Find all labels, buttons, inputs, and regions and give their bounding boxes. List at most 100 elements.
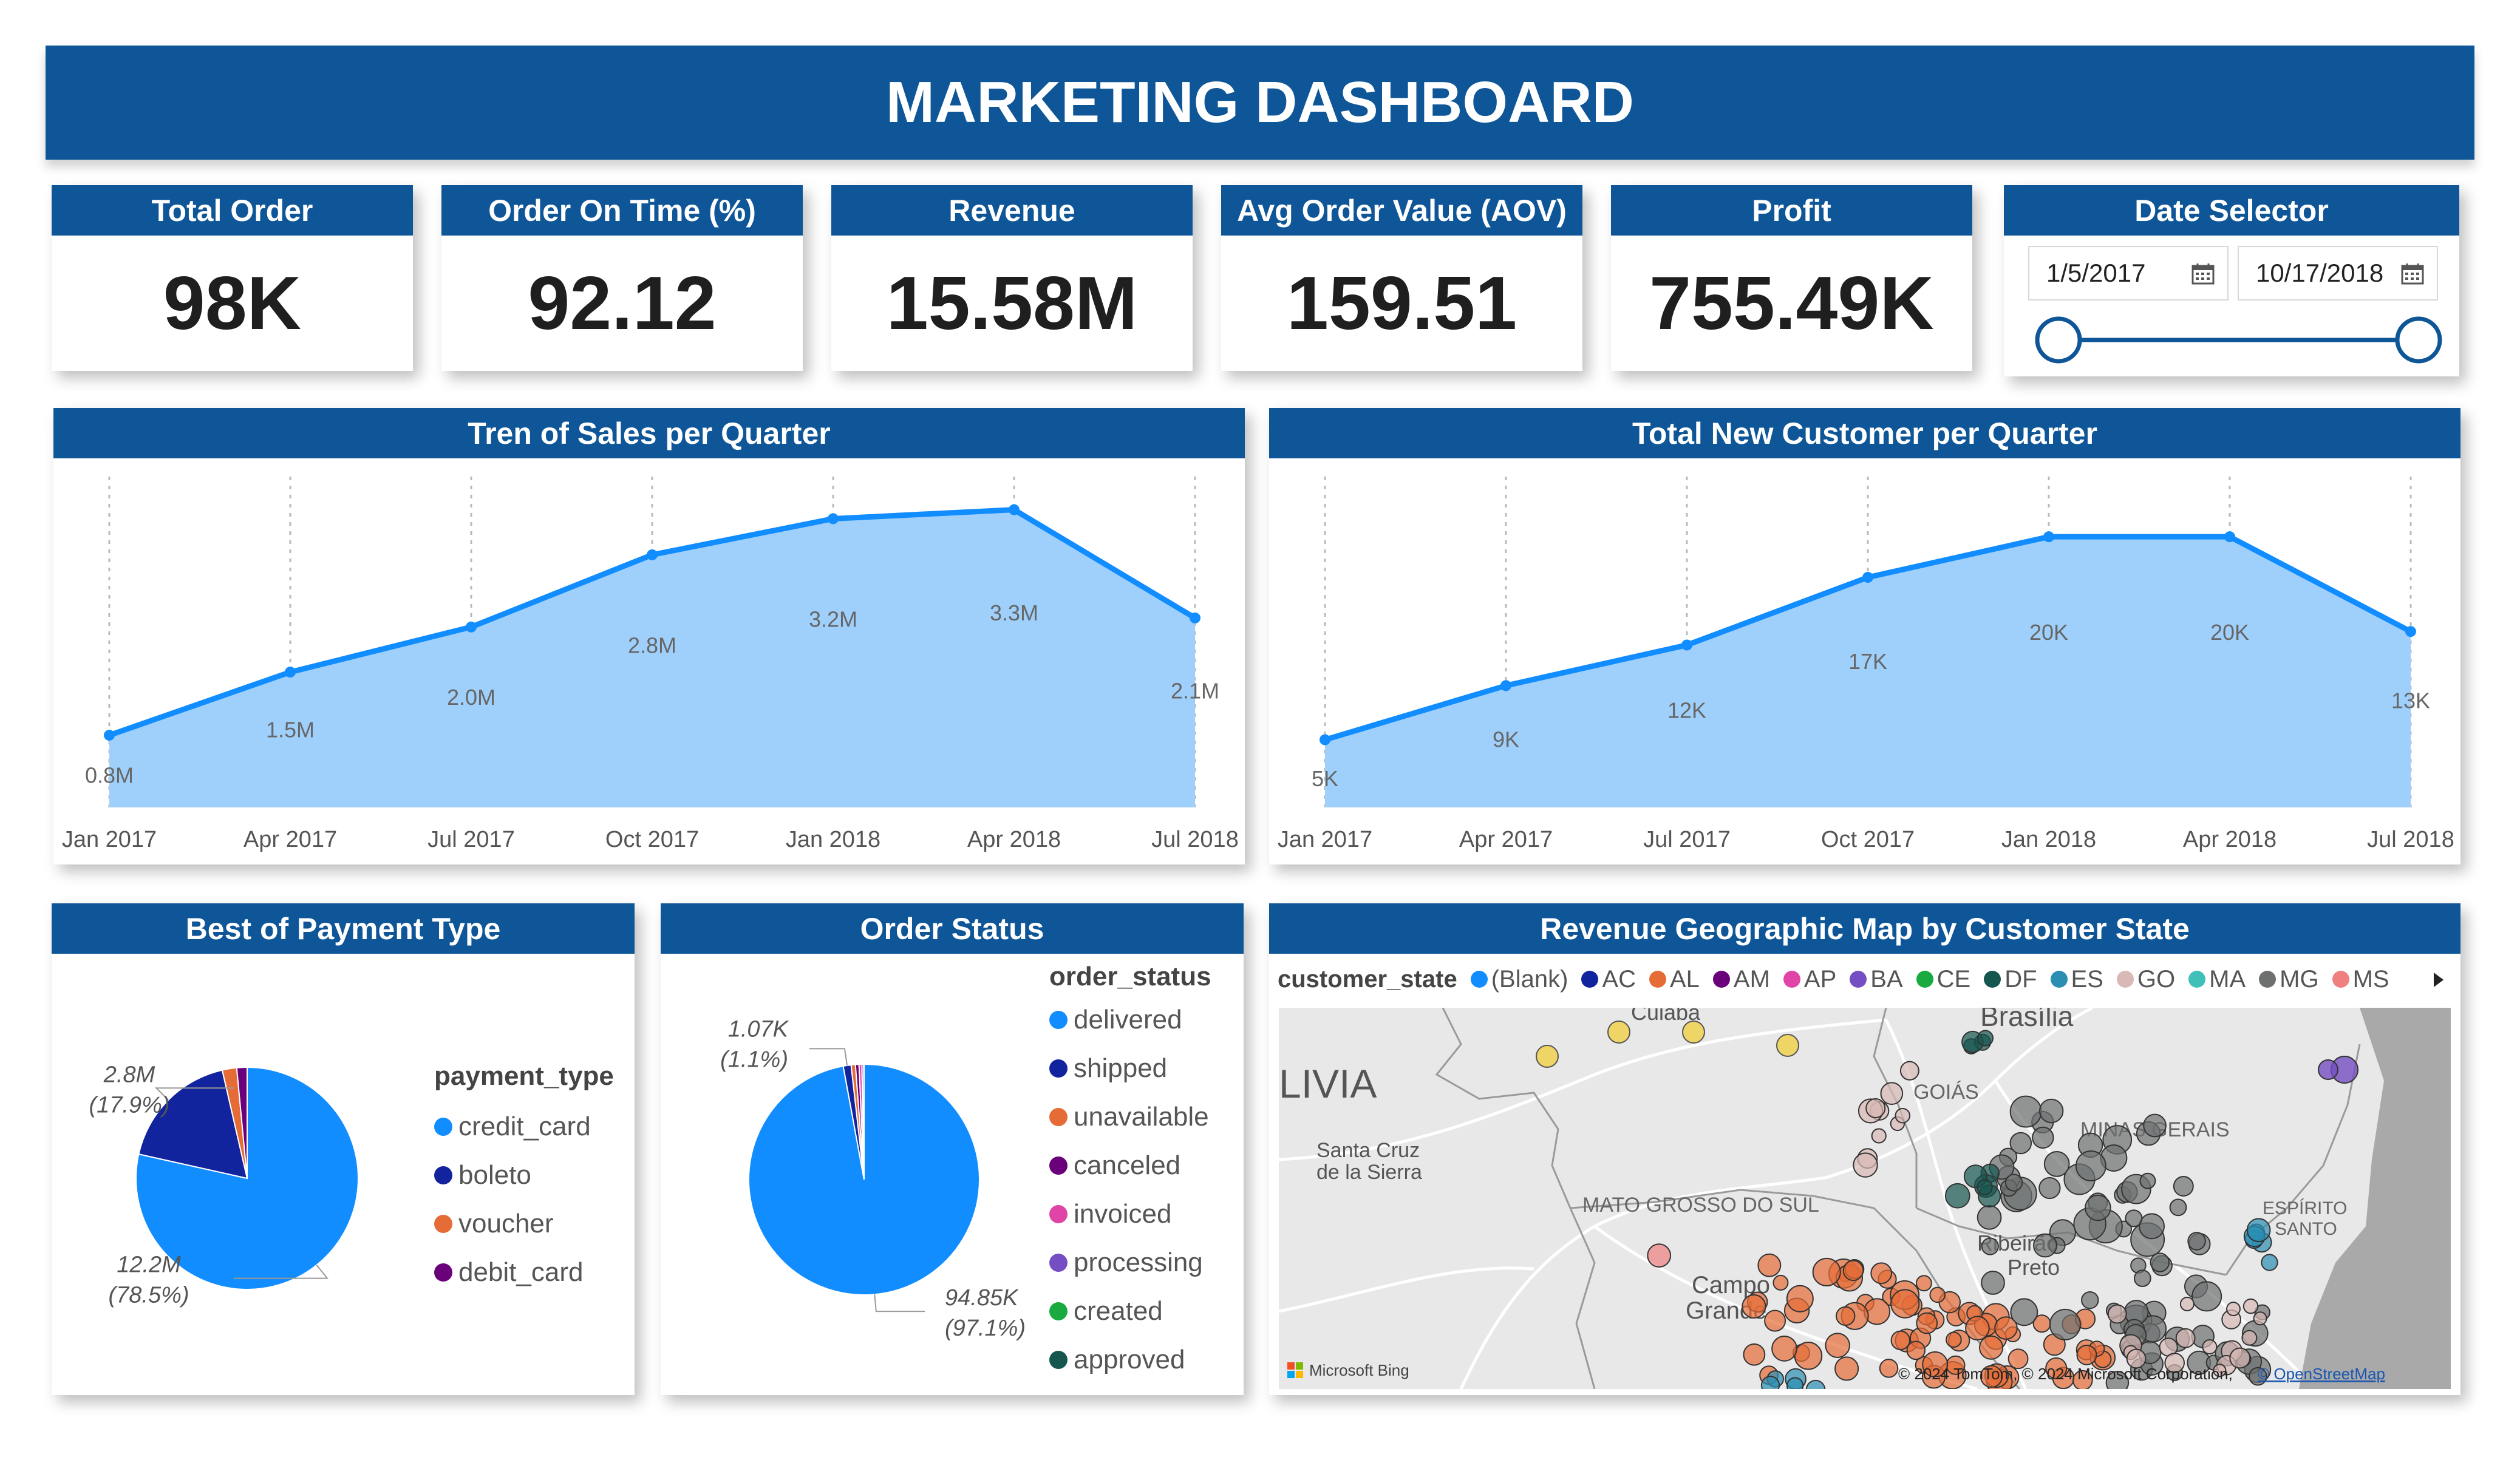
date-range-slider[interactable] bbox=[2004, 313, 2459, 367]
map-bubble[interactable] bbox=[2009, 1132, 2032, 1155]
map-bubble[interactable] bbox=[2076, 1344, 2097, 1365]
data-point[interactable] bbox=[1190, 612, 1200, 623]
calendar-icon[interactable] bbox=[2191, 262, 2215, 285]
osm-link[interactable]: © OpenStreetMap bbox=[2258, 1365, 2385, 1383]
map-bubble[interactable] bbox=[1764, 1309, 1786, 1332]
data-point[interactable] bbox=[1681, 639, 1692, 651]
map-bubble[interactable] bbox=[1977, 1030, 1994, 1047]
map-bubble[interactable] bbox=[2139, 1172, 2156, 1189]
map-bubble[interactable] bbox=[2191, 1281, 2222, 1312]
map-bubble[interactable] bbox=[1965, 1316, 1990, 1341]
map-bubble[interactable] bbox=[2246, 1218, 2271, 1243]
map-bubble[interactable] bbox=[1879, 1359, 1899, 1378]
slider-end-handle[interactable] bbox=[2395, 316, 2442, 364]
map-bubble[interactable] bbox=[1944, 1183, 1970, 1209]
map-bubble[interactable] bbox=[1946, 1331, 1962, 1348]
map-bubble[interactable] bbox=[1865, 1098, 1886, 1118]
map-legend-item[interactable]: BA bbox=[1836, 966, 1903, 993]
map-bubble[interactable] bbox=[2010, 1298, 2038, 1326]
data-point[interactable] bbox=[1862, 572, 1873, 583]
map-bubble[interactable] bbox=[2038, 1098, 2064, 1124]
legend-item-approved[interactable]: approved bbox=[1049, 1336, 1211, 1384]
map-legend-item[interactable]: AC bbox=[1568, 966, 1636, 993]
map-bubble[interactable] bbox=[1742, 1294, 1766, 1319]
map-legend-item[interactable]: GO bbox=[2103, 966, 2175, 993]
data-point[interactable] bbox=[104, 730, 115, 741]
map-bubble[interactable] bbox=[1794, 1342, 1823, 1370]
map-bubble[interactable] bbox=[2085, 1194, 2111, 1221]
map-bubble[interactable] bbox=[1834, 1356, 1859, 1381]
map-legend-item[interactable]: (Blank) bbox=[1457, 966, 1568, 993]
data-point[interactable] bbox=[2224, 531, 2235, 543]
map-bubble[interactable] bbox=[1776, 1034, 1799, 1057]
map-bubble[interactable] bbox=[2009, 1095, 2042, 1128]
map-bubble[interactable] bbox=[2143, 1113, 2167, 1138]
legend-item-credit-card[interactable]: credit_card bbox=[434, 1102, 614, 1151]
map-bubble[interactable] bbox=[2081, 1291, 2099, 1309]
map-bubble[interactable] bbox=[1773, 1274, 1789, 1291]
map-bubble[interactable] bbox=[1836, 1306, 1856, 1326]
map-bubble[interactable] bbox=[1536, 1045, 1559, 1068]
map-bubble[interactable] bbox=[2202, 1339, 2218, 1355]
map-bubble[interactable] bbox=[2187, 1232, 2206, 1251]
map-bubble[interactable] bbox=[1981, 1237, 1999, 1255]
map-bubble[interactable] bbox=[1771, 1336, 1797, 1362]
legend-item-processing[interactable]: processing bbox=[1049, 1238, 1211, 1287]
map-legend-item[interactable]: MS bbox=[2319, 966, 2389, 993]
calendar-icon[interactable] bbox=[2400, 262, 2425, 285]
map-legend-item[interactable]: DF bbox=[1970, 966, 2037, 993]
map-bubble[interactable] bbox=[1871, 1128, 1887, 1144]
map-bubble[interactable] bbox=[2169, 1198, 2187, 1217]
start-date-input[interactable]: 1/5/2017 bbox=[2028, 246, 2229, 301]
map-bubble[interactable] bbox=[2241, 1330, 2258, 1346]
data-point[interactable] bbox=[647, 549, 658, 560]
map-bubble[interactable] bbox=[1842, 1260, 1864, 1282]
geo-map[interactable]: LIVIA Cuiabá Brasília GOIÁS MINAS GERAIS… bbox=[1279, 1008, 2451, 1389]
map-bubble[interactable] bbox=[1825, 1333, 1850, 1358]
map-bubble[interactable] bbox=[1977, 1205, 2002, 1230]
map-legend-item[interactable]: CE bbox=[1903, 966, 1970, 993]
map-bubble[interactable] bbox=[1899, 1061, 1919, 1081]
legend-item-invoiced[interactable]: invoiced bbox=[1049, 1190, 1211, 1238]
map-bubble[interactable] bbox=[1647, 1243, 1672, 1268]
data-point[interactable] bbox=[828, 513, 839, 525]
map-bubble[interactable] bbox=[1915, 1275, 1932, 1292]
map-bubble[interactable] bbox=[2261, 1254, 2278, 1271]
map-bubble[interactable] bbox=[2175, 1328, 2196, 1348]
legend-item-unavailable[interactable]: unavailable bbox=[1049, 1093, 1211, 1141]
map-bubble[interactable] bbox=[2032, 1126, 2054, 1149]
map-legend-item[interactable]: AP bbox=[1770, 966, 1836, 993]
data-point[interactable] bbox=[285, 667, 296, 678]
legend-item-canceled[interactable]: canceled bbox=[1049, 1141, 1211, 1190]
map-bubble[interactable] bbox=[2125, 1209, 2143, 1228]
map-bubble[interactable] bbox=[2033, 1233, 2057, 1258]
map-bubble[interactable] bbox=[1853, 1152, 1878, 1178]
data-point[interactable] bbox=[2043, 531, 2054, 543]
map-bubble[interactable] bbox=[2242, 1298, 2259, 1314]
map-bubble[interactable] bbox=[1890, 1289, 1920, 1319]
legend-item-boleto[interactable]: boleto bbox=[434, 1151, 614, 1200]
map-bubble[interactable] bbox=[2133, 1269, 2151, 1288]
map-bubble[interactable] bbox=[2179, 1296, 2195, 1311]
map-bubble[interactable] bbox=[1682, 1021, 1705, 1044]
map-bubble[interactable] bbox=[2150, 1252, 2170, 1272]
legend-item-voucher[interactable]: voucher bbox=[434, 1200, 614, 1248]
data-point[interactable] bbox=[2405, 626, 2416, 637]
map-legend-item[interactable]: AL bbox=[1636, 966, 1700, 993]
data-point[interactable] bbox=[466, 621, 477, 633]
legend-item-shipped[interactable]: shipped bbox=[1049, 1044, 1211, 1093]
map-bubble[interactable] bbox=[2038, 1177, 2061, 1200]
map-bubble[interactable] bbox=[2075, 1150, 2106, 1181]
map-bubble[interactable] bbox=[1760, 1376, 1780, 1389]
map-bubble[interactable] bbox=[1981, 1271, 2005, 1295]
legend-item-debit-card[interactable]: debit_card bbox=[434, 1248, 614, 1297]
map-bubble[interactable] bbox=[2049, 1308, 2081, 1340]
data-point[interactable] bbox=[1500, 680, 1511, 691]
map-bubble[interactable] bbox=[1880, 1082, 1904, 1105]
map-legend-item[interactable]: AM bbox=[1700, 966, 1770, 993]
map-bubble[interactable] bbox=[1607, 1021, 1630, 1044]
map-bubble[interactable] bbox=[1895, 1107, 1911, 1124]
map-bubble[interactable] bbox=[2229, 1347, 2251, 1369]
map-bubble[interactable] bbox=[2004, 1173, 2023, 1192]
map-bubble[interactable] bbox=[2226, 1302, 2241, 1317]
